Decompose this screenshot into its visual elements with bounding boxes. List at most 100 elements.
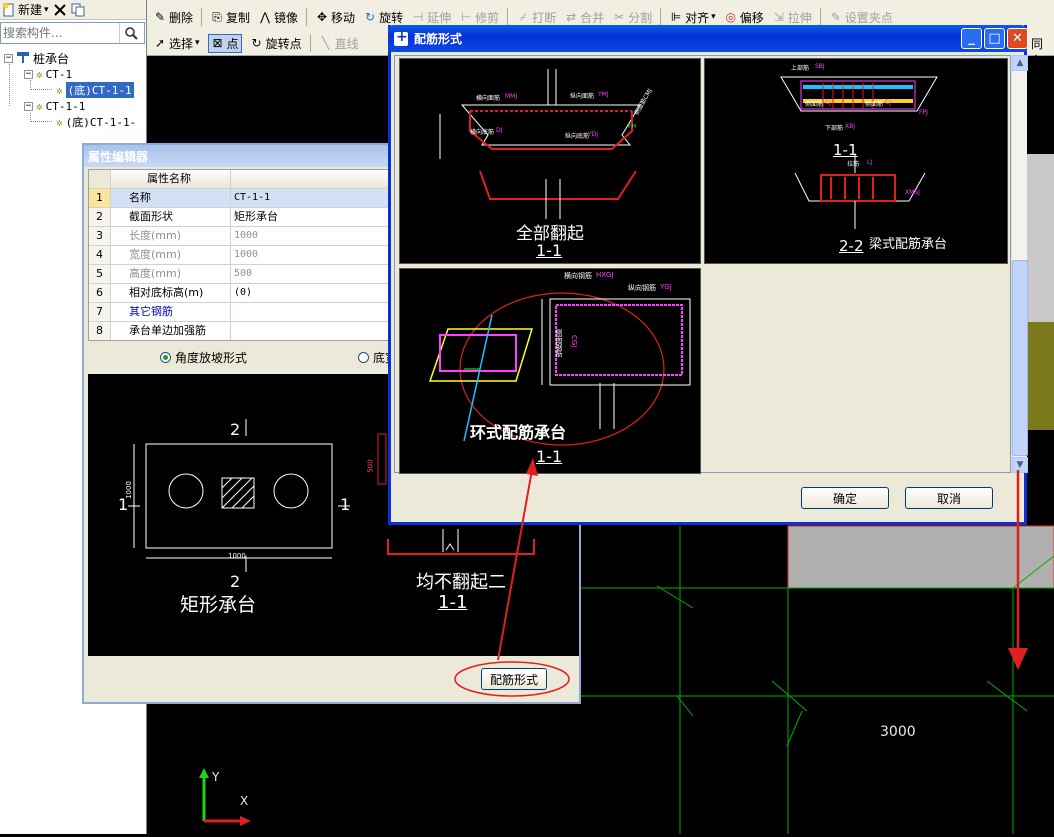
rebar-tag: 下部筋 bbox=[825, 125, 844, 132]
section-label-top: 2 bbox=[230, 420, 241, 439]
tree-node-ct1-child[interactable]: ✲ (底)CT-1-1 bbox=[56, 82, 134, 98]
line-label: 直线 bbox=[334, 36, 359, 51]
point-button[interactable]: ⊠ 点 bbox=[207, 33, 242, 53]
break-mark bbox=[445, 543, 455, 551]
select-button[interactable]: ➚ 选择 ▾ bbox=[153, 35, 200, 52]
row-number: 5 bbox=[89, 265, 111, 283]
offset-button[interactable]: ◎ 偏移 bbox=[724, 9, 763, 26]
copy-icon: ⎘ bbox=[212, 9, 222, 24]
options-scrollbar[interactable]: ▲ ▼ bbox=[1011, 55, 1028, 473]
rebar-option-ring[interactable]: 横向钢筋 HXGJ 纵向钢筋 YGJ 侧面钢筋 CGJ 环式配筋承台 1-1 bbox=[399, 268, 701, 474]
rotate-point-label: 旋转点 bbox=[265, 36, 302, 51]
move-button[interactable]: ✥ 移动 bbox=[315, 9, 355, 26]
minimize-icon: _ bbox=[968, 31, 975, 46]
row-number: 4 bbox=[89, 246, 111, 264]
preview-section-label: 1-1 bbox=[438, 592, 468, 613]
merge-button[interactable]: ⇄ 合并 bbox=[564, 9, 604, 26]
property-name: 截面形状 bbox=[111, 208, 231, 226]
search-icon[interactable] bbox=[119, 23, 141, 43]
scroll-thumb[interactable] bbox=[1012, 260, 1028, 456]
new-button[interactable]: 新建 ▾ bbox=[2, 1, 49, 18]
rotate-point-button[interactable]: ↻ 旋转点 bbox=[250, 35, 302, 52]
tree-connector bbox=[9, 64, 10, 106]
split-button[interactable]: ✂ 分割 bbox=[612, 9, 652, 26]
property-name: 其它钢筋 bbox=[111, 303, 231, 321]
delete-button[interactable]: ✎ 删除 bbox=[153, 9, 193, 26]
section-bottom bbox=[479, 170, 637, 200]
option-caption: 环式配筋承台 bbox=[470, 423, 567, 442]
scroll-down-button[interactable]: ▼ bbox=[1012, 457, 1028, 473]
break-button[interactable]: ⌿ 打断 bbox=[516, 9, 557, 26]
stretch-label: 拉伸 bbox=[787, 10, 812, 25]
line-button[interactable]: ╲ 直线 bbox=[319, 35, 359, 52]
grid-line bbox=[656, 585, 694, 609]
app-icon bbox=[394, 29, 408, 46]
align-icon: ⊫ bbox=[670, 10, 682, 24]
point-icon: ⊠ bbox=[212, 36, 223, 50]
component-search bbox=[0, 22, 145, 44]
offset-icon: ◎ bbox=[725, 10, 736, 24]
tree-node-label: CT-1 bbox=[45, 67, 73, 81]
cap-side bbox=[377, 433, 387, 485]
rebar-tag: HXGJ bbox=[596, 271, 614, 279]
x-axis-label: X bbox=[240, 794, 249, 808]
rebar-tag: CJ bbox=[885, 99, 891, 106]
tree-node-root[interactable]: − 桩承台 bbox=[4, 50, 69, 66]
close-button[interactable]: ✕ bbox=[1007, 28, 1028, 49]
stretch-icon: ⇲ bbox=[773, 10, 784, 24]
rebar-option-beam[interactable]: 上部筋 SBJ 侧面筋 CJ 侧面筋 CJ 下部筋 XBJ FPJ 拉筋 LJ … bbox=[704, 58, 1008, 264]
point-label: 点 bbox=[226, 36, 239, 51]
radio-angle-label: 角度放坡形式 bbox=[175, 350, 248, 365]
maximize-button[interactable]: □ bbox=[984, 28, 1005, 49]
radio-angle-slope[interactable]: 角度放坡形式 bbox=[160, 349, 247, 366]
tree-node-ct11[interactable]: − ✲ CT-1-1 bbox=[24, 98, 85, 114]
option-section-label: 2-2 bbox=[839, 237, 864, 255]
rebar-tag: 纵向底筋 bbox=[565, 133, 590, 140]
rebar-tag: 横向底筋 bbox=[470, 129, 495, 136]
property-name: 名称 bbox=[111, 189, 231, 207]
rebar-tag: YMJ bbox=[598, 91, 609, 98]
mirror-button[interactable]: ⋀ 镜像 bbox=[258, 9, 298, 26]
collapse-icon[interactable]: − bbox=[24, 69, 33, 79]
search-input[interactable] bbox=[1, 24, 119, 42]
slab-region bbox=[1027, 154, 1054, 322]
align-button[interactable]: ⊫ 对齐 ▾ bbox=[669, 9, 716, 26]
extend-label: 延伸 bbox=[427, 10, 452, 25]
rebar-dialog-titlebar[interactable]: 配筋形式 _ □ ✕ bbox=[388, 25, 1028, 52]
collapse-icon[interactable]: − bbox=[4, 53, 13, 63]
scroll-up-button[interactable]: ▲ bbox=[1012, 55, 1028, 71]
minimize-button[interactable]: _ bbox=[961, 28, 982, 49]
section-label-bottom: 2 bbox=[230, 572, 241, 591]
extend-button[interactable]: ⊣ 延伸 bbox=[411, 9, 451, 26]
trim-icon: ⊢ bbox=[460, 10, 472, 24]
y-axis-arrow bbox=[199, 768, 209, 778]
rebar-tag: CJ bbox=[825, 99, 831, 106]
grip-button[interactable]: ✎ 设置夹点 bbox=[829, 9, 893, 26]
trim-button[interactable]: ⊢ 修剪 bbox=[459, 9, 499, 26]
property-name: 高度(mm) bbox=[111, 265, 231, 283]
ok-button[interactable]: 确定 bbox=[801, 487, 889, 509]
property-name: 长度(mm) bbox=[111, 227, 231, 245]
grid-line bbox=[786, 710, 803, 747]
collapse-icon[interactable]: − bbox=[24, 101, 33, 111]
gear-icon: ✲ bbox=[56, 83, 63, 97]
merge-label: 合并 bbox=[580, 10, 605, 25]
ring-sketch-inner bbox=[439, 334, 517, 372]
rotate-button[interactable]: ↻ 旋转 bbox=[363, 9, 403, 26]
rebar-style-button[interactable]: 配筋形式 bbox=[481, 668, 547, 690]
rebar-option-all-bent[interactable]: 横向面筋 MMJ 纵向面筋 YMJ 侧面筋CMJ 横向底筋 DJ 纵向底筋 YD… bbox=[399, 58, 701, 264]
rebar-tag: 纵向面筋 bbox=[570, 93, 595, 100]
line-icon: ╲ bbox=[321, 36, 330, 50]
chevron-down-icon: ▼ bbox=[1016, 460, 1024, 470]
align-label: 对齐 bbox=[685, 10, 710, 25]
cancel-button[interactable]: 取消 bbox=[905, 487, 993, 509]
tree-node-ct1[interactable]: − ✲ CT-1 bbox=[24, 66, 72, 82]
chevron-up-icon: ▲ bbox=[1016, 58, 1024, 68]
copy-button[interactable]: ⎘ 复制 bbox=[210, 9, 250, 26]
stretch-button[interactable]: ⇲ 拉伸 bbox=[772, 9, 812, 26]
tree-node-ct11-child[interactable]: ✲ (底)CT-1-1- bbox=[56, 114, 136, 130]
rebar-style-dialog: 配筋形式 _ □ ✕ 横向面筋 MMJ 纵向面筋 YMJ 侧面筋CMJ 横向底筋 bbox=[388, 25, 1028, 525]
copy-component-button[interactable] bbox=[71, 3, 85, 17]
delete-component-button[interactable] bbox=[53, 3, 67, 17]
tree-node-label: CT-1-1 bbox=[45, 99, 86, 113]
